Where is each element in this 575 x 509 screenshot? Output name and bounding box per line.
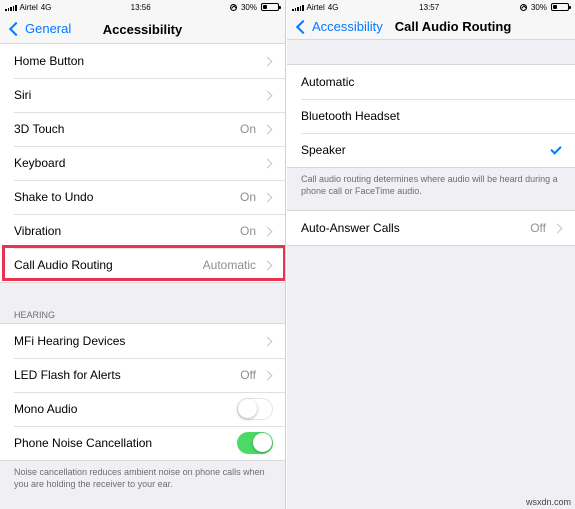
row-label: Mono Audio	[14, 402, 78, 416]
row-label: Siri	[14, 88, 32, 102]
row-phone-noise-cancellation: Phone Noise Cancellation	[0, 426, 285, 460]
chevron-right-icon	[262, 260, 273, 270]
row-mfi-hearing-devices[interactable]: MFi Hearing Devices	[0, 324, 285, 358]
row-vibration[interactable]: Vibration On	[0, 214, 285, 248]
row-value: On	[239, 224, 256, 238]
back-button-accessibility[interactable]: Accessibility	[287, 19, 383, 34]
network-label: 4G	[327, 2, 339, 12]
chevron-right-icon	[262, 226, 273, 236]
network-label: 4G	[40, 2, 52, 12]
row-label: Auto-Answer Calls	[301, 221, 400, 235]
row-value: On	[239, 190, 256, 204]
navigation-bar: Accessibility Call Audio Routing	[287, 14, 575, 40]
row-siri[interactable]: Siri	[0, 78, 285, 112]
row-shake-to-undo[interactable]: Shake to Undo On	[0, 180, 285, 214]
row-label: Call Audio Routing	[14, 258, 113, 272]
audio-routing-options: Automatic Bluetooth Headset Speaker	[287, 64, 575, 168]
row-value: On	[239, 122, 256, 136]
section-header-hearing: HEARING	[14, 310, 56, 320]
hearing-list: MFi Hearing Devices LED Flash for Alerts…	[0, 323, 285, 461]
chevron-left-icon	[295, 19, 311, 34]
row-home-button[interactable]: Home Button	[0, 44, 285, 78]
toggle-knob	[253, 433, 272, 452]
row-call-audio-routing[interactable]: Call Audio Routing Automatic	[0, 248, 285, 282]
mono-audio-toggle[interactable]	[237, 398, 273, 420]
status-bar: Airtel 4G 13:57 30%	[287, 0, 575, 14]
status-time: 13:57	[419, 2, 440, 12]
back-button-general[interactable]: General	[0, 21, 71, 36]
auto-answer-group: Auto-Answer Calls Off	[287, 210, 575, 246]
chevron-left-icon	[8, 21, 24, 36]
row-value: Off	[530, 221, 546, 235]
status-bar: Airtel 4G 13:56 30%	[0, 0, 285, 14]
row-label: Keyboard	[14, 156, 66, 170]
row-label: Shake to Undo	[14, 190, 94, 204]
row-label: Home Button	[14, 54, 85, 68]
page-title: Call Audio Routing	[394, 19, 512, 34]
chevron-right-icon	[262, 192, 273, 202]
row-value: Automatic	[202, 258, 256, 272]
noise-cancellation-toggle[interactable]	[237, 432, 273, 454]
row-3d-touch[interactable]: 3D Touch On	[0, 112, 285, 146]
battery-icon	[260, 3, 281, 11]
chevron-right-icon	[262, 90, 273, 100]
carrier-label: Airtel	[19, 2, 38, 12]
right-screen: Airtel 4G 13:57 30% Accessibility Call A…	[287, 0, 575, 509]
row-value: Off	[240, 368, 256, 382]
left-screen: Airtel 4G 13:56 30% General Accessibilit…	[0, 0, 286, 509]
chevron-right-icon	[552, 223, 563, 233]
watermark: wsxdn.com	[525, 497, 571, 507]
battery-icon	[550, 3, 571, 11]
option-label: Bluetooth Headset	[301, 109, 400, 123]
chevron-right-icon	[262, 158, 273, 168]
option-automatic[interactable]: Automatic	[287, 65, 575, 99]
row-keyboard[interactable]: Keyboard	[0, 146, 285, 180]
back-label: General	[25, 21, 72, 36]
row-label: Phone Noise Cancellation	[14, 436, 153, 450]
lock-rotation-icon	[229, 3, 237, 11]
signal-icon	[292, 4, 304, 11]
row-auto-answer-calls[interactable]: Auto-Answer Calls Off	[287, 211, 575, 245]
navigation-bar: General Accessibility	[0, 14, 285, 44]
option-bluetooth-headset[interactable]: Bluetooth Headset	[287, 99, 575, 133]
battery-percent: 30%	[530, 2, 547, 12]
row-label: Vibration	[14, 224, 62, 238]
chevron-right-icon	[262, 124, 273, 134]
chevron-right-icon	[262, 370, 273, 380]
option-label: Automatic	[301, 75, 355, 89]
back-label: Accessibility	[312, 19, 383, 34]
status-time: 13:56	[130, 2, 151, 12]
row-label: MFi Hearing Devices	[14, 334, 126, 348]
row-label: LED Flash for Alerts	[14, 368, 121, 382]
carrier-label: Airtel	[306, 2, 325, 12]
row-mono-audio: Mono Audio	[0, 392, 285, 426]
option-speaker[interactable]: Speaker	[287, 133, 575, 167]
signal-icon	[5, 4, 17, 11]
battery-percent: 30%	[240, 2, 257, 12]
hearing-footer: Noise cancellation reduces ambient noise…	[14, 467, 265, 490]
lock-rotation-icon	[519, 3, 527, 11]
toggle-knob	[238, 399, 257, 418]
row-label: 3D Touch	[14, 122, 65, 136]
row-led-flash[interactable]: LED Flash for Alerts Off	[0, 358, 285, 392]
options-footer: Call audio routing determines where audi…	[301, 174, 558, 197]
option-label: Speaker	[301, 143, 346, 157]
chevron-right-icon	[262, 56, 273, 66]
accessibility-list: Home Button Siri 3D Touch On Keyboard Sh…	[0, 43, 285, 283]
chevron-right-icon	[262, 336, 273, 346]
